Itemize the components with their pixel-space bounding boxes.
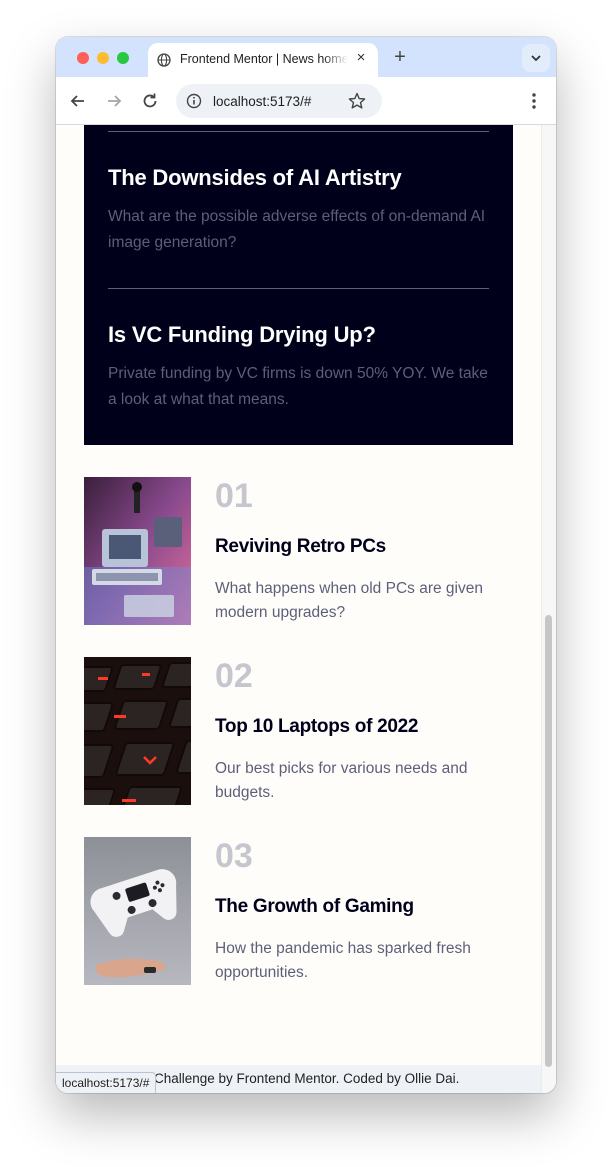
back-arrow-icon[interactable] xyxy=(68,91,88,111)
article-description: Our best picks for various needs and bud… xyxy=(215,760,468,801)
url-text: localhost:5173/# xyxy=(213,94,312,109)
page-viewport: The Downsides of AI Artistry What are th… xyxy=(56,125,556,1093)
link-status-bubble: localhost:5173/# xyxy=(56,1072,157,1093)
status-url: localhost:5173/# xyxy=(62,1076,150,1090)
bookmark-star-icon[interactable] xyxy=(348,92,366,110)
article-item: 01 Reviving Retro PCs What happens when … xyxy=(84,477,514,625)
browser-toolbar: localhost:5173/# xyxy=(56,77,556,125)
close-window-button[interactable] xyxy=(77,52,89,64)
article-number: 03 xyxy=(215,837,253,875)
article-number: 02 xyxy=(215,657,253,695)
new-item-description: Private funding by VC firms is down 50% … xyxy=(108,365,488,408)
gaming-controller-image xyxy=(84,837,191,985)
new-item-title[interactable]: Is VC Funding Drying Up? xyxy=(108,322,489,348)
tab-search-button[interactable] xyxy=(522,44,550,72)
new-articles-panel: The Downsides of AI Artistry What are th… xyxy=(84,125,513,445)
browser-tab[interactable]: Frontend Mentor | News homepage × xyxy=(148,43,378,77)
article-title[interactable]: Top 10 Laptops of 2022 xyxy=(215,716,418,738)
article-item: 02 Top 10 Laptops of 2022 Our best picks… xyxy=(84,657,514,805)
maximize-window-button[interactable] xyxy=(117,52,129,64)
divider xyxy=(108,288,489,289)
article-title[interactable]: Reviving Retro PCs xyxy=(215,536,386,558)
article-description: How the pandemic has sparked fresh oppor… xyxy=(215,940,471,981)
more-menu-icon[interactable] xyxy=(526,91,542,111)
article-number: 01 xyxy=(215,477,253,515)
scrollbar-thumb[interactable] xyxy=(545,615,552,1067)
article-title[interactable]: The Growth of Gaming xyxy=(215,896,414,918)
reload-icon[interactable] xyxy=(140,91,160,111)
article-item: 03 The Growth of Gaming How the pandemic… xyxy=(84,837,514,985)
forward-arrow-icon[interactable] xyxy=(104,91,124,111)
tab-title: Frontend Mentor | News homepage xyxy=(180,52,348,66)
minimize-window-button[interactable] xyxy=(97,52,109,64)
article-description: What happens when old PCs are given mode… xyxy=(215,580,483,621)
retro-pcs-image xyxy=(84,477,191,625)
laptop-keyboard-image xyxy=(84,657,191,805)
new-tab-button[interactable]: + xyxy=(390,47,410,67)
tab-strip: Frontend Mentor | News homepage × + xyxy=(56,37,556,77)
browser-window: Frontend Mentor | News homepage × + xyxy=(56,37,556,1093)
chevron-down-icon xyxy=(531,55,541,62)
new-item-title[interactable]: The Downsides of AI Artistry xyxy=(108,165,489,191)
divider xyxy=(108,131,489,132)
address-bar[interactable]: localhost:5173/# xyxy=(176,84,382,118)
close-tab-icon[interactable]: × xyxy=(354,50,368,65)
site-info-icon[interactable] xyxy=(186,93,202,109)
globe-icon xyxy=(157,53,171,67)
new-item-description: What are the possible adverse effects of… xyxy=(108,208,486,251)
footer-attribution: Challenge by Frontend Mentor. Coded by O… xyxy=(154,1071,460,1086)
